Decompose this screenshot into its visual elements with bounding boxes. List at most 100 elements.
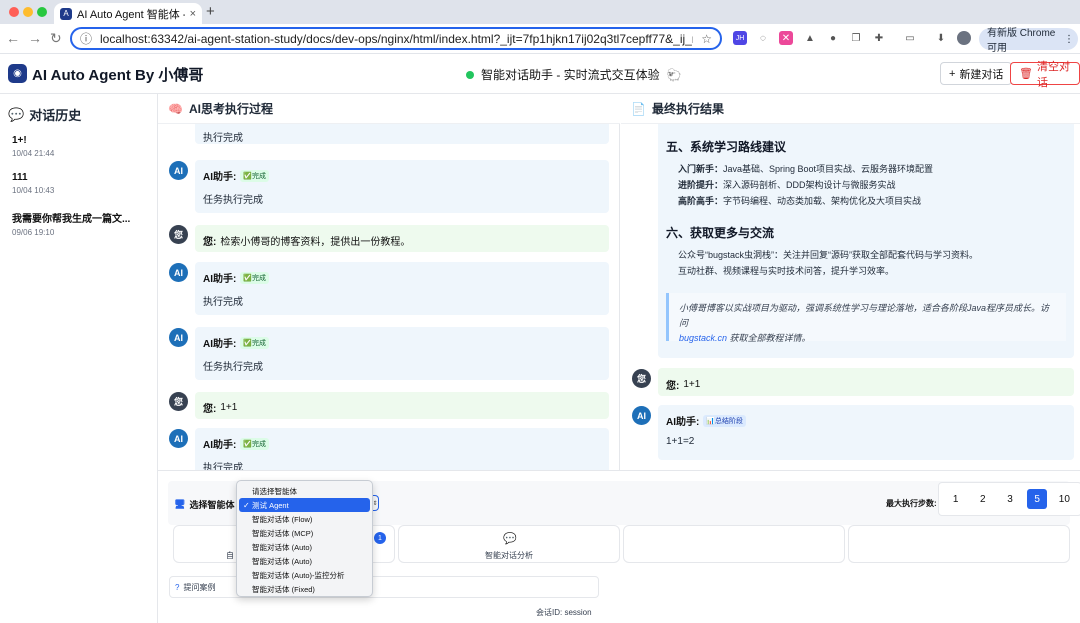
bugstack-link[interactable]: bugstack.cn (679, 333, 727, 343)
quote-tail: 获取全部教程详情。 (727, 333, 811, 343)
monitor-icon: 🖥 (174, 499, 186, 509)
dropdown-option[interactable]: 智能对话体 (Fixed) (239, 582, 370, 596)
history-title-text: 对话历史 (29, 108, 82, 123)
step-option-2[interactable]: 2 (973, 489, 993, 509)
status-text: 智能对话助手 - 实时流式交互体验 (481, 68, 660, 82)
forward-icon[interactable]: → (28, 30, 42, 46)
url-text[interactable]: localhost:63342/ai-agent-station-study/d… (100, 32, 693, 46)
step-option-1[interactable]: 1 (946, 489, 966, 509)
history-item-date: 09/06 19:10 (12, 228, 55, 237)
history-item[interactable]: 我需要你帮我生成一篇文... 09/06 19:10 (12, 210, 152, 237)
window-close-button[interactable] (9, 7, 19, 17)
chrome-update-label: 有新版 Chrome 可用 (987, 28, 1056, 54)
download-icon[interactable]: ⬇ (934, 31, 948, 45)
list-item: 高阶高手：字节码编程、动态类加载、架构优化及大项目实战 (678, 194, 921, 207)
process-panel[interactable]: 执行完成 AI AI助手: ✅完成 任务执行完成 您 您: 检索小傅哥的博客资料，提… (158, 124, 620, 470)
dropdown-option[interactable]: 智能对话体 (Auto) (239, 554, 370, 568)
agent-dropdown[interactable]: 请选择智能体 ✓ 测试 Agent 智能对话体 (Flow) 智能对话体 (MC… (236, 480, 373, 597)
ask-examples-button[interactable]: ? 提问案例 (169, 576, 599, 598)
history-item-title: 我需要你帮我生成一篇文... (12, 214, 131, 225)
dropdown-option[interactable]: 请选择智能体 (239, 484, 370, 498)
new-tab-button[interactable]: + (206, 3, 215, 20)
site-info-icon[interactable]: ⓘ (80, 30, 92, 47)
session-id: 会话ID: session (536, 608, 592, 617)
extension-chat-icon[interactable]: ◌ (756, 31, 770, 45)
window-maximize-button[interactable] (37, 7, 47, 17)
history-item[interactable]: 1+! 10/04 21:44 (12, 135, 152, 158)
more-menu-icon[interactable]: ⋮ (1064, 34, 1074, 45)
user-avatar: 您 (169, 225, 188, 244)
extension-pink-icon[interactable]: ✕ (779, 31, 793, 45)
clear-chat-button[interactable]: 🗑 清空对话 (1010, 61, 1080, 89)
mode-card-label: 智能对话分析 (485, 551, 533, 560)
extensions-puzzle-icon[interactable]: ✚ (872, 31, 886, 45)
chrome-update-button[interactable]: 有新版 Chrome 可用 ⋮ (979, 28, 1078, 54)
checkmark-icon: ✓ (243, 500, 250, 510)
message-text: 1+1 (683, 379, 701, 390)
chat-bubble-icon: 💬 (8, 106, 25, 122)
message-text: 1+1=2 (666, 436, 695, 447)
history-item-date: 10/04 21:44 (12, 149, 55, 158)
ask-examples-label: 提问案例 (183, 582, 216, 592)
reload-icon[interactable]: ↻ (50, 30, 62, 47)
step-option-5[interactable]: 5 (1027, 489, 1048, 509)
dropdown-option-selected[interactable]: ✓ 测试 Agent (239, 498, 370, 512)
process-panel-title: AI思考执行过程 (188, 102, 273, 116)
section-heading: 六、获取更多与交流 (666, 226, 775, 240)
tab-close-icon[interactable]: × (190, 8, 196, 20)
list-item-text: Java基础、Spring Boot项目实战、云服务器环境配置 (723, 164, 934, 174)
extension-cookie-icon[interactable]: ● (826, 31, 840, 45)
app-title: AI Auto Agent By 小傅哥 (32, 67, 204, 84)
window-minimize-button[interactable] (23, 7, 33, 17)
history-item-date: 10/04 10:43 (12, 186, 55, 195)
list-item: 互动社群、视频课程与实时技术问答，提升学习效率。 (678, 266, 895, 276)
dropdown-option[interactable]: 智能对话体 (Flow) (239, 512, 370, 526)
question-icon: ? (175, 582, 180, 592)
robot-logo-icon: ◉ (8, 64, 27, 83)
ai-avatar: AI (169, 328, 188, 347)
profile-avatar-icon[interactable] (957, 31, 971, 45)
mode-card-analysis[interactable]: 💬 智能对话分析 (398, 525, 620, 563)
plus-icon: + (949, 67, 956, 80)
ai-message: 执行完成 (195, 124, 609, 144)
dropdown-option[interactable]: 智能对话体 (Auto) (239, 540, 370, 554)
message-text: 执行完成 (203, 133, 243, 144)
sender-name: AI助手: (203, 172, 237, 183)
new-chat-button[interactable]: + 新建对话 (940, 62, 1013, 85)
list-item: 进阶提升：深入源码剖析、DDD架构设计与微服务实战 (678, 178, 896, 191)
status-badge: ✅完成 (240, 271, 270, 284)
ai-avatar: AI (169, 429, 188, 448)
sender-name: AI助手: (203, 339, 237, 350)
list-item: 公众号“bugstack虫洞栈”：关注并回复“源码”获取全部配套代码与学习资料。 (678, 250, 979, 260)
mode-card[interactable] (623, 525, 845, 563)
address-bar[interactable]: ⓘ localhost:63342/ai-agent-station-study… (70, 27, 722, 50)
quote-text: 小傅哥博客以实战项目为驱动，强调系统性学习与理论落地，适合各阶段Java程序员成… (679, 303, 1050, 328)
dropdown-option[interactable]: 智能对话体 (Auto)-监控分析 (239, 568, 370, 582)
result-panel-header: 📄 最终执行结果 (621, 94, 1080, 124)
side-panel-icon[interactable]: ▭ (903, 31, 917, 45)
agent-label-text: 选择智能体 (189, 500, 235, 510)
history-item-title: 111 (12, 172, 28, 183)
online-dot-icon (466, 70, 474, 79)
chat-analysis-icon: 💬 (503, 533, 517, 545)
extension-copy-icon[interactable]: ❐ (849, 31, 863, 45)
back-icon[interactable]: ← (6, 30, 20, 46)
extension-tree-icon[interactable]: ▲ (803, 31, 817, 45)
bookmark-star-icon[interactable]: ☆ (701, 32, 712, 46)
message-text: 执行完成 (203, 297, 243, 308)
step-option-10[interactable]: 10 (1054, 489, 1074, 509)
history-item[interactable]: 111 10/04 10:43 (12, 172, 152, 195)
mode-card[interactable] (848, 525, 1070, 563)
max-steps-label: 最大执行步数: (886, 499, 937, 508)
sender-name: 您: (666, 381, 680, 392)
agent-select-chevron-icon[interactable]: ⇕ (372, 495, 379, 511)
ai-avatar: AI (632, 406, 651, 425)
message-text: 1+1 (220, 402, 238, 413)
step-option-3[interactable]: 3 (1000, 489, 1020, 509)
browser-tab[interactable]: A AI Auto Agent 智能体 - By 小傅 × (54, 3, 202, 24)
user-avatar: 您 (632, 369, 651, 388)
list-item-label: 进阶提升： (678, 180, 724, 190)
extension-jh-icon[interactable]: JH (733, 31, 747, 45)
dropdown-option[interactable]: 智能对话体 (MCP) (239, 526, 370, 540)
status-badge: ✅完成 (240, 437, 270, 450)
